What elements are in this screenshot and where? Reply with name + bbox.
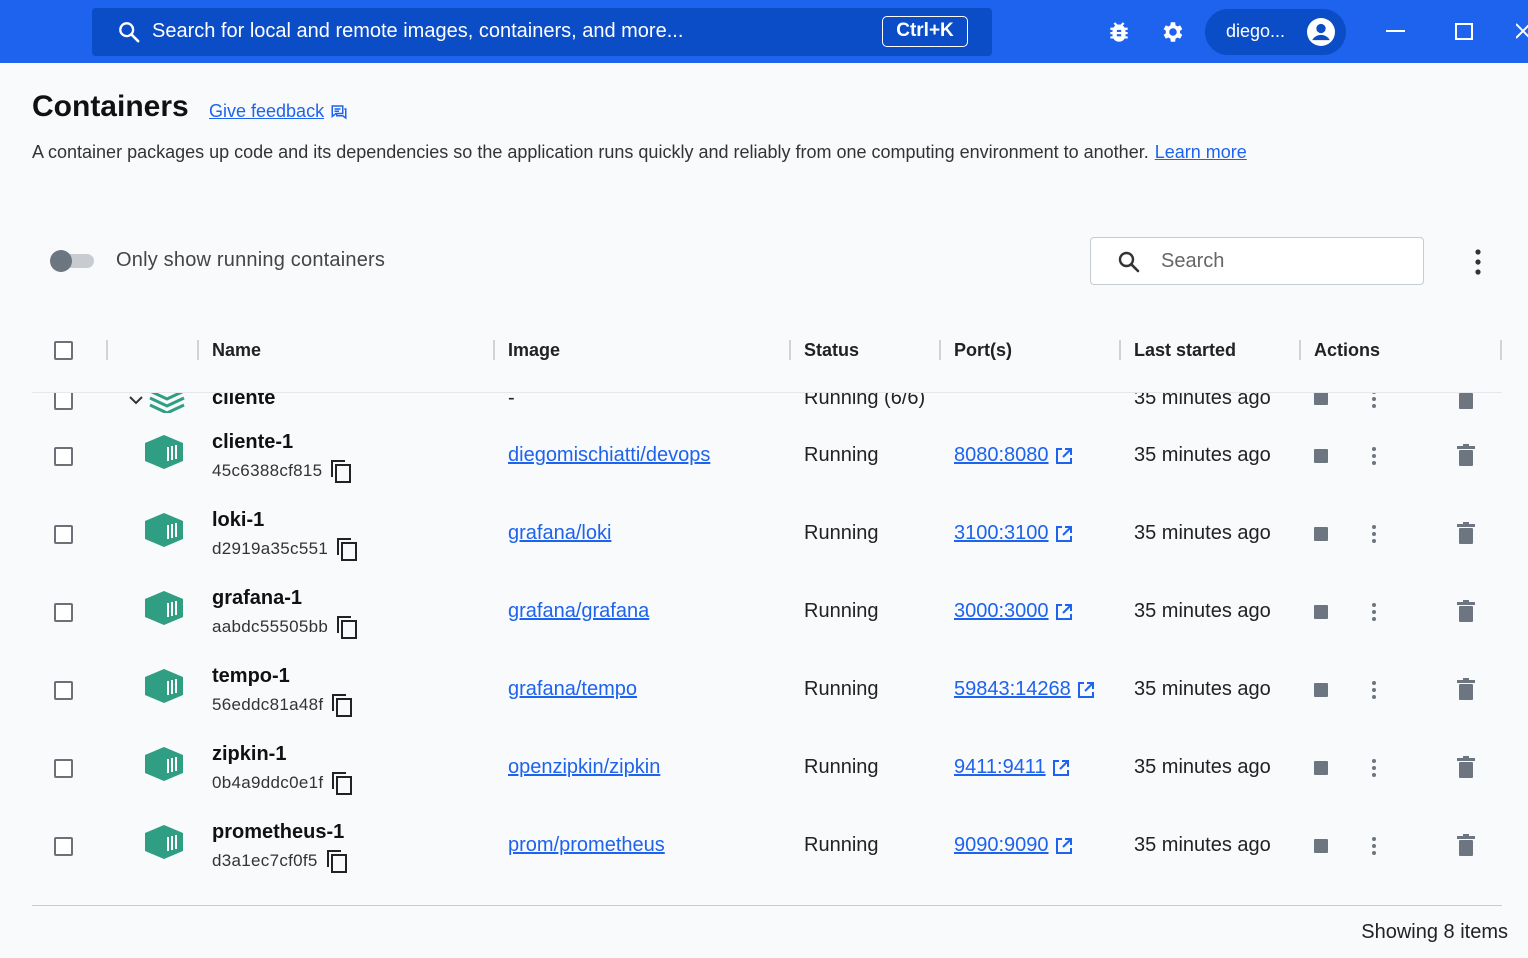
bug-icon[interactable] [1106, 19, 1132, 45]
global-search-placeholder: Search for local and remote images, cont… [152, 20, 684, 42]
column-header-status[interactable]: Status [804, 340, 859, 361]
page-description: A container packages up code and its dep… [32, 142, 1247, 163]
give-feedback-link[interactable]: Give feedback [209, 101, 348, 122]
page-title: Containers [32, 90, 189, 123]
container-id: d3a1ec7cf0f5 [212, 851, 318, 870]
container-icon [145, 825, 183, 859]
container-search[interactable] [1090, 237, 1424, 285]
copy-icon[interactable] [326, 849, 348, 873]
table-row[interactable]: loki-1 d2919a35c551 grafana/loki Running… [0, 449, 1528, 561]
running-only-label: Only show running containers [116, 249, 386, 271]
container-name[interactable]: prometheus-1 [212, 821, 344, 844]
column-header-ports[interactable]: Port(s) [954, 340, 1012, 361]
column-separator [106, 340, 108, 360]
column-separator [197, 340, 199, 360]
column-header-actions: Actions [1314, 340, 1381, 360]
column-separator [789, 340, 791, 360]
top-bar: Search for local and remote images, cont… [0, 0, 1528, 63]
table-row[interactable]: prometheus-1 d3a1ec7cf0f5 prom/prometheu… [0, 761, 1528, 873]
table-body: cliente - Running (6/6) 35 minutes ago c… [0, 393, 1528, 905]
container-status: Running [804, 834, 879, 856]
trash-icon[interactable] [1457, 834, 1475, 856]
last-started: 35 minutes ago [1134, 834, 1271, 856]
table-bottom-divider [32, 905, 1502, 906]
search-icon [1118, 251, 1140, 273]
description-text: A container packages up code and its dep… [32, 142, 1149, 162]
avatar-icon [1307, 18, 1335, 46]
give-feedback-label: Give feedback [209, 101, 325, 121]
stop-icon[interactable] [1314, 839, 1328, 853]
close-icon[interactable] [1516, 18, 1528, 44]
container-search-input[interactable] [1161, 246, 1401, 276]
table-row[interactable]: cliente-1 45c6388cf815 diegomischiatti/d… [0, 393, 1528, 483]
row-checkbox[interactable] [54, 837, 73, 856]
global-search[interactable]: Search for local and remote images, cont… [92, 8, 992, 56]
user-name: diego... [1226, 21, 1286, 41]
column-header-last-started[interactable]: Last started [1134, 340, 1236, 361]
table-row[interactable]: tempo-1 56eddc81a48f grafana/tempo Runni… [0, 605, 1528, 717]
user-menu[interactable]: diego... [1205, 9, 1346, 55]
gear-icon[interactable] [1159, 19, 1185, 45]
column-separator [1500, 340, 1502, 360]
external-link-icon [1055, 837, 1072, 854]
learn-more-link[interactable]: Learn more [1155, 142, 1247, 162]
more-options-icon[interactable] [1468, 248, 1488, 276]
select-all-checkbox[interactable] [54, 341, 73, 360]
table-row[interactable]: zipkin-1 0b4a9ddc0e1f openzipkin/zipkin … [0, 683, 1528, 795]
shortcut-badge: Ctrl+K [882, 16, 968, 47]
minimize-icon[interactable] [1386, 30, 1405, 32]
column-separator [1299, 340, 1301, 360]
running-only-toggle[interactable] [50, 250, 95, 272]
feedback-icon [331, 104, 347, 119]
table-header: Name Image Status Port(s) Last started A… [32, 320, 1502, 380]
column-separator [1119, 340, 1121, 360]
image-link[interactable]: prom/prometheus [508, 834, 665, 857]
item-count: Showing 8 items [1361, 921, 1508, 943]
column-header-image[interactable]: Image [508, 340, 560, 361]
search-icon [119, 22, 140, 43]
column-separator [939, 340, 941, 360]
column-header-name[interactable]: Name [212, 340, 261, 361]
table-row[interactable]: grafana-1 aabdc55505bb grafana/grafana R… [0, 527, 1528, 639]
port-value: 9090:9090 [954, 834, 1049, 856]
maximize-icon[interactable] [1455, 23, 1473, 40]
port-link[interactable]: 9090:9090 [954, 834, 1073, 857]
toggle-thumb [50, 250, 72, 272]
column-separator [493, 340, 495, 360]
more-actions-icon[interactable] [1371, 836, 1377, 856]
